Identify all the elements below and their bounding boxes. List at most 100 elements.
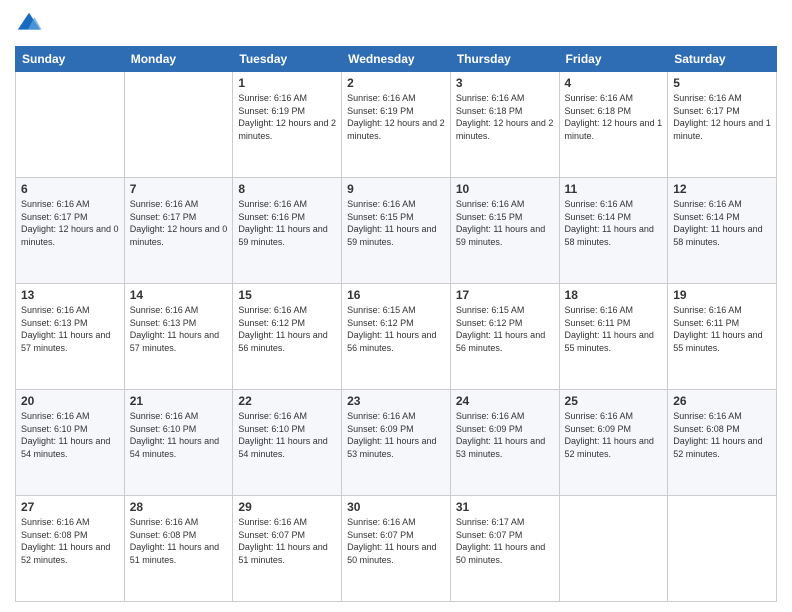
day-number: 5 bbox=[673, 76, 771, 90]
calendar-cell: 12 Sunrise: 6:16 AM Sunset: 6:14 PM Dayli… bbox=[668, 178, 777, 284]
cell-info: Sunrise: 6:16 AM Sunset: 6:18 PM Dayligh… bbox=[456, 92, 554, 142]
cell-info: Sunrise: 6:15 AM Sunset: 6:12 PM Dayligh… bbox=[456, 304, 554, 354]
day-number: 6 bbox=[21, 182, 119, 196]
day-number: 28 bbox=[130, 500, 228, 514]
cell-info: Sunrise: 6:17 AM Sunset: 6:07 PM Dayligh… bbox=[456, 516, 554, 566]
day-number: 7 bbox=[130, 182, 228, 196]
cell-info: Sunrise: 6:16 AM Sunset: 6:19 PM Dayligh… bbox=[347, 92, 445, 142]
cell-info: Sunrise: 6:16 AM Sunset: 6:15 PM Dayligh… bbox=[347, 198, 445, 248]
cell-info: Sunrise: 6:16 AM Sunset: 6:10 PM Dayligh… bbox=[21, 410, 119, 460]
calendar-cell: 16 Sunrise: 6:15 AM Sunset: 6:12 PM Dayli… bbox=[342, 284, 451, 390]
cell-info: Sunrise: 6:16 AM Sunset: 6:10 PM Dayligh… bbox=[130, 410, 228, 460]
day-number: 13 bbox=[21, 288, 119, 302]
calendar-cell: 18Sunrise: 6:16 AM Sunset: 6:11 PM Dayli… bbox=[559, 284, 668, 390]
cell-info: Sunrise: 6:16 AM Sunset: 6:07 PM Dayligh… bbox=[347, 516, 445, 566]
day-number: 10 bbox=[456, 182, 554, 196]
calendar-cell: 11 Sunrise: 6:16 AM Sunset: 6:14 PM Dayli… bbox=[559, 178, 668, 284]
weekday-header-sunday: Sunday bbox=[16, 47, 125, 72]
day-number: 20 bbox=[21, 394, 119, 408]
cell-info: Sunrise: 6:16 AM Sunset: 6:14 PM Dayligh… bbox=[673, 198, 771, 248]
day-number: 15 bbox=[238, 288, 336, 302]
day-number: 14 bbox=[130, 288, 228, 302]
day-number: 26 bbox=[673, 394, 771, 408]
cell-info: Sunrise: 6:16 AM Sunset: 6:17 PM Dayligh… bbox=[21, 198, 119, 248]
cell-info: Sunrise: 6:15 AM Sunset: 6:12 PM Dayligh… bbox=[347, 304, 445, 354]
calendar-cell: 27Sunrise: 6:16 AM Sunset: 6:08 PM Dayli… bbox=[16, 496, 125, 602]
calendar-cell: 24 Sunrise: 6:16 AM Sunset: 6:09 PM Dayli… bbox=[450, 390, 559, 496]
calendar-cell bbox=[668, 496, 777, 602]
cell-info: Sunrise: 6:16 AM Sunset: 6:12 PM Dayligh… bbox=[238, 304, 336, 354]
cell-info: Sunrise: 6:16 AM Sunset: 6:17 PM Dayligh… bbox=[130, 198, 228, 248]
calendar-cell: 5Sunrise: 6:16 AM Sunset: 6:17 PM Daylig… bbox=[668, 72, 777, 178]
day-number: 12 bbox=[673, 182, 771, 196]
calendar-cell bbox=[124, 72, 233, 178]
logo bbox=[15, 10, 47, 38]
page: SundayMondayTuesdayWednesdayThursdayFrid… bbox=[0, 0, 792, 612]
calendar-cell: 23 Sunrise: 6:16 AM Sunset: 6:09 PM Dayli… bbox=[342, 390, 451, 496]
day-number: 11 bbox=[565, 182, 663, 196]
week-row-4: 27Sunrise: 6:16 AM Sunset: 6:08 PM Dayli… bbox=[16, 496, 777, 602]
cell-info: Sunrise: 6:16 AM Sunset: 6:09 PM Dayligh… bbox=[565, 410, 663, 460]
day-number: 9 bbox=[347, 182, 445, 196]
cell-info: Sunrise: 6:16 AM Sunset: 6:08 PM Dayligh… bbox=[673, 410, 771, 460]
calendar-cell: 17 Sunrise: 6:15 AM Sunset: 6:12 PM Dayli… bbox=[450, 284, 559, 390]
day-number: 3 bbox=[456, 76, 554, 90]
day-number: 31 bbox=[456, 500, 554, 514]
cell-info: Sunrise: 6:16 AM Sunset: 6:09 PM Dayligh… bbox=[347, 410, 445, 460]
day-number: 21 bbox=[130, 394, 228, 408]
cell-info: Sunrise: 6:16 AM Sunset: 6:14 PM Dayligh… bbox=[565, 198, 663, 248]
calendar-cell: 15 Sunrise: 6:16 AM Sunset: 6:12 PM Dayli… bbox=[233, 284, 342, 390]
calendar-cell: 2 Sunrise: 6:16 AM Sunset: 6:19 PM Daylig… bbox=[342, 72, 451, 178]
week-row-3: 20 Sunrise: 6:16 AM Sunset: 6:10 PM Dayli… bbox=[16, 390, 777, 496]
cell-info: Sunrise: 6:16 AM Sunset: 6:07 PM Dayligh… bbox=[238, 516, 336, 566]
calendar-cell: 14 Sunrise: 6:16 AM Sunset: 6:13 PM Dayli… bbox=[124, 284, 233, 390]
day-number: 8 bbox=[238, 182, 336, 196]
cell-info: Sunrise: 6:16 AM Sunset: 6:15 PM Dayligh… bbox=[456, 198, 554, 248]
calendar-cell: 3 Sunrise: 6:16 AM Sunset: 6:18 PM Daylig… bbox=[450, 72, 559, 178]
calendar-cell: 22Sunrise: 6:16 AM Sunset: 6:10 PM Dayli… bbox=[233, 390, 342, 496]
cell-info: Sunrise: 6:16 AM Sunset: 6:16 PM Dayligh… bbox=[238, 198, 336, 248]
calendar-cell: 26 Sunrise: 6:16 AM Sunset: 6:08 PM Dayli… bbox=[668, 390, 777, 496]
cell-info: Sunrise: 6:16 AM Sunset: 6:08 PM Dayligh… bbox=[21, 516, 119, 566]
day-number: 16 bbox=[347, 288, 445, 302]
day-number: 19 bbox=[673, 288, 771, 302]
cell-info: Sunrise: 6:16 AM Sunset: 6:09 PM Dayligh… bbox=[456, 410, 554, 460]
calendar-cell bbox=[559, 496, 668, 602]
weekday-header-friday: Friday bbox=[559, 47, 668, 72]
day-number: 30 bbox=[347, 500, 445, 514]
week-row-1: 6 Sunrise: 6:16 AM Sunset: 6:17 PM Daylig… bbox=[16, 178, 777, 284]
day-number: 29 bbox=[238, 500, 336, 514]
calendar-cell: 25 Sunrise: 6:16 AM Sunset: 6:09 PM Dayli… bbox=[559, 390, 668, 496]
weekday-header-monday: Monday bbox=[124, 47, 233, 72]
cell-info: Sunrise: 6:16 AM Sunset: 6:13 PM Dayligh… bbox=[130, 304, 228, 354]
week-row-2: 13 Sunrise: 6:16 AM Sunset: 6:13 PM Dayli… bbox=[16, 284, 777, 390]
day-number: 25 bbox=[565, 394, 663, 408]
cell-info: Sunrise: 6:16 AM Sunset: 6:08 PM Dayligh… bbox=[130, 516, 228, 566]
day-number: 23 bbox=[347, 394, 445, 408]
calendar-cell: 8 Sunrise: 6:16 AM Sunset: 6:16 PM Daylig… bbox=[233, 178, 342, 284]
day-number: 17 bbox=[456, 288, 554, 302]
day-number: 2 bbox=[347, 76, 445, 90]
calendar-cell: 6 Sunrise: 6:16 AM Sunset: 6:17 PM Daylig… bbox=[16, 178, 125, 284]
cell-info: Sunrise: 6:16 AM Sunset: 6:11 PM Dayligh… bbox=[673, 304, 771, 354]
day-number: 24 bbox=[456, 394, 554, 408]
calendar-cell: 21 Sunrise: 6:16 AM Sunset: 6:10 PM Dayli… bbox=[124, 390, 233, 496]
week-row-0: 1 Sunrise: 6:16 AM Sunset: 6:19 PM Daylig… bbox=[16, 72, 777, 178]
calendar-cell: 10 Sunrise: 6:16 AM Sunset: 6:15 PM Dayli… bbox=[450, 178, 559, 284]
day-number: 18 bbox=[565, 288, 663, 302]
weekday-header-tuesday: Tuesday bbox=[233, 47, 342, 72]
calendar: SundayMondayTuesdayWednesdayThursdayFrid… bbox=[15, 46, 777, 602]
weekday-header-thursday: Thursday bbox=[450, 47, 559, 72]
header bbox=[15, 10, 777, 38]
calendar-cell: 9 Sunrise: 6:16 AM Sunset: 6:15 PM Daylig… bbox=[342, 178, 451, 284]
weekday-header-wednesday: Wednesday bbox=[342, 47, 451, 72]
calendar-cell bbox=[16, 72, 125, 178]
day-number: 1 bbox=[238, 76, 336, 90]
calendar-cell: 20 Sunrise: 6:16 AM Sunset: 6:10 PM Dayli… bbox=[16, 390, 125, 496]
cell-info: Sunrise: 6:16 AM Sunset: 6:18 PM Dayligh… bbox=[565, 92, 663, 142]
weekday-header-row: SundayMondayTuesdayWednesdayThursdayFrid… bbox=[16, 47, 777, 72]
weekday-header-saturday: Saturday bbox=[668, 47, 777, 72]
calendar-cell: 4Sunrise: 6:16 AM Sunset: 6:18 PM Daylig… bbox=[559, 72, 668, 178]
cell-info: Sunrise: 6:16 AM Sunset: 6:19 PM Dayligh… bbox=[238, 92, 336, 142]
calendar-cell: 31 Sunrise: 6:17 AM Sunset: 6:07 PM Dayli… bbox=[450, 496, 559, 602]
